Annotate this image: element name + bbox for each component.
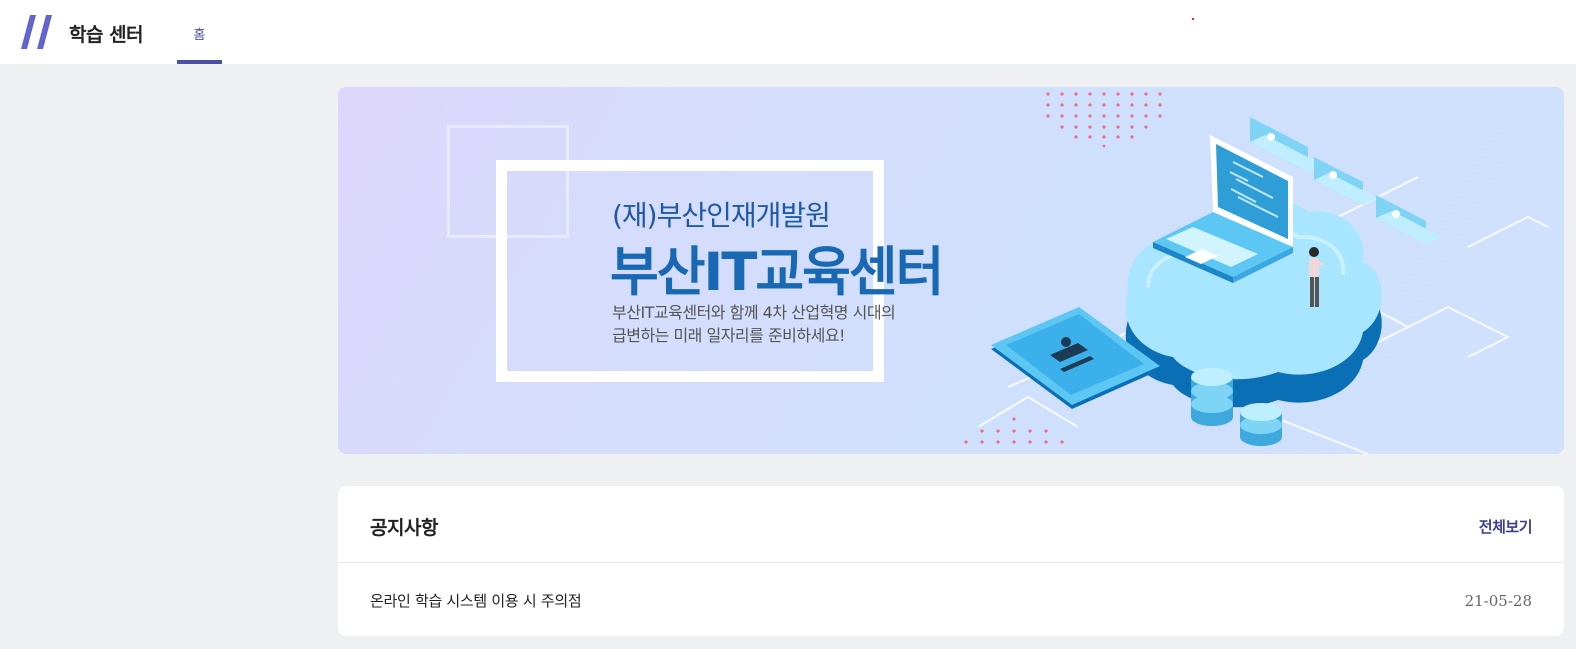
notice-item-title[interactable]: 온라인 학습 시스템 이용 시 주의점 [370, 590, 582, 611]
notice-panel: 공지사항 전체보기 온라인 학습 시스템 이용 시 주의점 21-05-28 [338, 486, 1564, 636]
banner-title: 부산IT교육센터 [610, 242, 944, 303]
hero-banner[interactable]: (재)부산인재개발원 부산IT교육센터 부산IT교육센터와 함께 4차 산업혁명… [338, 87, 1564, 454]
notice-item-date: 21-05-28 [1464, 592, 1532, 610]
cloud-computing-illustration [964, 92, 1549, 454]
banner-desc-line1: 부산IT교육센터와 함께 4차 산업혁명 시대의 [612, 303, 896, 322]
tab-home-label: 홈 [193, 28, 206, 43]
notice-list-item[interactable]: 온라인 학습 시스템 이용 시 주의점 21-05-28 [338, 563, 1564, 636]
top-header: 학습 센터 홈 [0, 0, 1576, 64]
active-tab-indicator [177, 60, 222, 64]
dot-pattern-bottom [964, 417, 1064, 444]
view-all-link[interactable]: 전체보기 [1479, 516, 1533, 537]
dot-pattern-top [1046, 92, 1162, 148]
notice-title: 공지사항 [370, 517, 438, 539]
banner-desc-line2: 급변하는 미래 일자리를 준비하세요! [612, 326, 845, 345]
banner-description: 부산IT교육센터와 함께 4차 산업혁명 시대의 급변하는 미래 일자리를 준비… [612, 301, 896, 347]
brand-title[interactable]: 학습 센터 [69, 20, 144, 47]
banner-org-name: (재)부산인재개발원 [612, 199, 831, 232]
decorative-dot [1192, 18, 1194, 20]
tab-home[interactable]: 홈 [177, 0, 222, 64]
logo-icon[interactable] [20, 14, 56, 50]
